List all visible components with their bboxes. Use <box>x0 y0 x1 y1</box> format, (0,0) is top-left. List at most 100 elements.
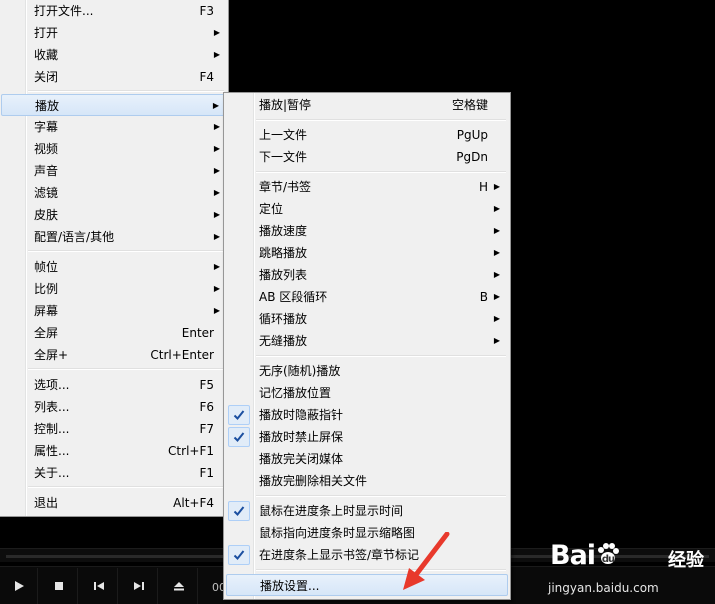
menu-separator <box>256 355 506 357</box>
menu-item-next-file[interactable]: 下一文件 PgDn <box>226 146 508 168</box>
menu-item-close-media-after[interactable]: 播放完关闭媒体 <box>226 448 508 470</box>
menu-item-playback[interactable]: 播放 ▶ <box>1 94 226 116</box>
menu-item-playlist[interactable]: 列表... F6 <box>1 396 226 418</box>
submenu-arrow-icon: ▶ <box>212 101 219 110</box>
menu-item-open[interactable]: 打开 ▶ <box>1 22 226 44</box>
menu-item-video[interactable]: 视频 ▶ <box>1 138 226 160</box>
submenu-arrow-icon: ▶ <box>493 292 500 301</box>
baidu-url: jingyan.baidu.com <box>548 581 659 595</box>
submenu-arrow-icon: ▶ <box>213 28 220 37</box>
menu-item-label: 鼠标在进度条上时显示时间 <box>259 504 404 518</box>
menu-item-shortcut: 空格键 <box>451 98 488 112</box>
menu-item-shortcut: Ctrl+Enter <box>150 348 214 362</box>
menu-item-show-bookmarks[interactable]: 在进度条上显示书签/章节标记 <box>226 544 508 566</box>
play-button[interactable] <box>0 568 38 604</box>
menu-item-delete-after[interactable]: 播放完删除相关文件 <box>226 470 508 492</box>
menu-item-shortcut: Enter <box>181 326 214 340</box>
submenu-arrow-icon: ▶ <box>493 248 500 257</box>
menu-item-shortcut: F6 <box>199 400 214 414</box>
menu-item-label: 全屏 <box>34 326 59 340</box>
menu-item-favorites[interactable]: 收藏 ▶ <box>1 44 226 66</box>
menu-item-about[interactable]: 关于... F1 <box>1 462 226 484</box>
menu-item-shortcut: PgUp <box>456 128 488 142</box>
menu-item-speed[interactable]: 播放速度 ▶ <box>226 220 508 242</box>
menu-item-close[interactable]: 关闭 F4 <box>1 66 226 88</box>
menu-item-label: 控制... <box>34 422 70 436</box>
menu-item-label: 选项... <box>34 378 70 392</box>
menu-item-prev-file[interactable]: 上一文件 PgUp <box>226 124 508 146</box>
next-button[interactable] <box>120 568 158 604</box>
menu-item-label: 播放时隐蔽指针 <box>259 408 344 422</box>
menu-separator <box>256 495 506 497</box>
menu-item-disable-screensaver[interactable]: 播放时禁止屏保 <box>226 426 508 448</box>
menu-item-chapters[interactable]: 章节/书签 H ▶ <box>226 176 508 198</box>
menu-item-shortcut: B <box>479 290 488 304</box>
menu-item-label: 播放|暂停 <box>259 98 312 112</box>
menu-item-label: 上一文件 <box>259 128 308 142</box>
menu-item-frame[interactable]: 帧位 ▶ <box>1 256 226 278</box>
menu-item-play-pause[interactable]: 播放|暂停 空格键 <box>226 94 508 116</box>
menu-item-label: 关于... <box>34 466 70 480</box>
menu-item-skip-play[interactable]: 跳略播放 ▶ <box>226 242 508 264</box>
play-icon <box>14 581 24 591</box>
menu-item-remember-position[interactable]: 记忆播放位置 <box>226 382 508 404</box>
submenu-arrow-icon: ▶ <box>213 166 220 175</box>
menu-item-playback-settings[interactable]: 播放设置... <box>226 574 508 596</box>
next-icon <box>133 582 144 590</box>
menu-item-label: 视频 <box>34 142 59 156</box>
menu-item-shortcut: H <box>478 180 488 194</box>
baidu-jingyan-text: 经验 <box>668 550 704 571</box>
submenu-arrow-icon: ▶ <box>213 144 220 153</box>
submenu-arrow-icon: ▶ <box>213 262 220 271</box>
menu-item-ab-loop[interactable]: AB 区段循环 B ▶ <box>226 286 508 308</box>
menu-item-show-thumbnail[interactable]: 鼠标指向进度条时显示缩略图 <box>226 522 508 544</box>
menu-item-label: 打开文件... <box>34 4 94 18</box>
svg-text:du: du <box>602 554 615 565</box>
menu-item-options[interactable]: 选项... F5 <box>1 374 226 396</box>
menu-item-label: 播放列表 <box>259 268 308 282</box>
menu-item-audio[interactable]: 声音 ▶ <box>1 160 226 182</box>
menu-item-open-file[interactable]: 打开文件... F3 <box>1 0 226 22</box>
menu-item-subtitles[interactable]: 字幕 ▶ <box>1 116 226 138</box>
submenu-arrow-icon: ▶ <box>493 204 500 213</box>
menu-item-control[interactable]: 控制... F7 <box>1 418 226 440</box>
menu-item-seek[interactable]: 定位 ▶ <box>226 198 508 220</box>
menu-item-seamless[interactable]: 无缝播放 ▶ <box>226 330 508 352</box>
stop-icon <box>54 582 63 590</box>
submenu-arrow-icon: ▶ <box>493 336 500 345</box>
previous-button[interactable] <box>80 568 118 604</box>
submenu-arrow-icon: ▶ <box>213 284 220 293</box>
eject-button[interactable] <box>160 568 198 604</box>
menu-item-shortcut: PgDn <box>456 150 488 164</box>
menu-item-label: 滤镜 <box>34 186 59 200</box>
menu-item-skins[interactable]: 皮肤 ▶ <box>1 204 226 226</box>
menu-separator <box>28 250 224 252</box>
menu-item-show-time-on-hover[interactable]: 鼠标在进度条上时显示时间 <box>226 500 508 522</box>
paw-icon: du <box>598 543 620 565</box>
menu-item-filters[interactable]: 滤镜 ▶ <box>1 182 226 204</box>
submenu-arrow-icon: ▶ <box>213 306 220 315</box>
stop-button[interactable] <box>40 568 78 604</box>
menu-item-loop[interactable]: 循环播放 ▶ <box>226 308 508 330</box>
menu-item-ratio[interactable]: 比例 ▶ <box>1 278 226 300</box>
menu-item-label: 章节/书签 <box>259 180 312 194</box>
menu-item-config[interactable]: 配置/语言/其他 ▶ <box>1 226 226 248</box>
menu-item-label: 全屏+ <box>34 348 69 362</box>
menu-item-label: 播放速度 <box>259 224 308 238</box>
menu-item-label: 跳略播放 <box>259 246 308 260</box>
menu-item-properties[interactable]: 属性... Ctrl+F1 <box>1 440 226 462</box>
menu-item-label: 鼠标指向进度条时显示缩略图 <box>259 526 416 540</box>
menu-item-screen[interactable]: 屏幕 ▶ <box>1 300 226 322</box>
menu-item-fullscreen-plus[interactable]: 全屏+ Ctrl+Enter <box>1 344 226 366</box>
menu-item-hide-cursor[interactable]: 播放时隐蔽指针 <box>226 404 508 426</box>
menu-separator <box>28 486 224 488</box>
menu-item-shuffle[interactable]: 无序(随机)播放 <box>226 360 508 382</box>
menu-item-fullscreen[interactable]: 全屏 Enter <box>1 322 226 344</box>
previous-icon <box>93 582 104 590</box>
submenu-arrow-icon: ▶ <box>493 270 500 279</box>
check-icon <box>228 405 250 425</box>
menu-item-exit[interactable]: 退出 Alt+F4 <box>1 492 226 514</box>
submenu-arrow-icon: ▶ <box>493 182 500 191</box>
menu-item-label: 播放完关闭媒体 <box>259 452 344 466</box>
menu-item-playlist[interactable]: 播放列表 ▶ <box>226 264 508 286</box>
